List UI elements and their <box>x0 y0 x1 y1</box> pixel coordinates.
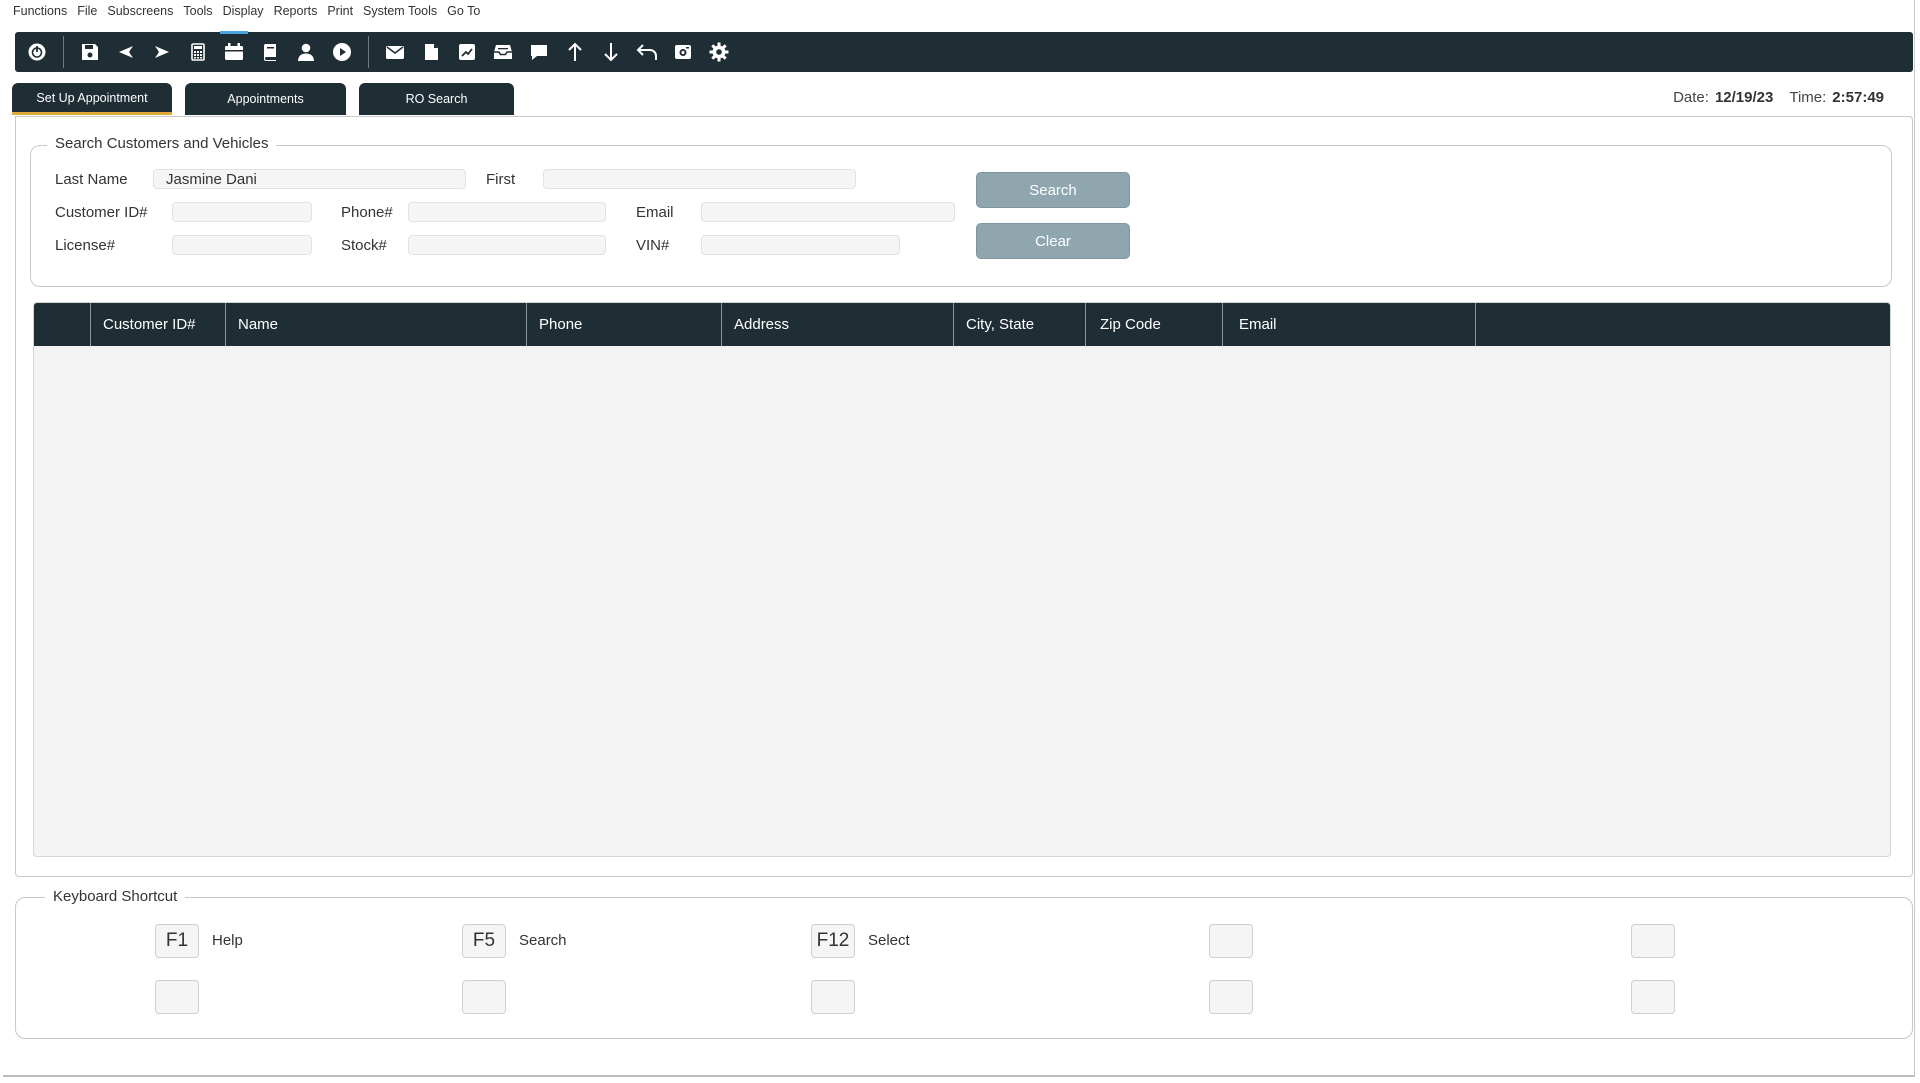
phone-input[interactable] <box>408 202 606 222</box>
last-name-input[interactable] <box>153 169 466 189</box>
calendar-icon[interactable] <box>216 31 252 72</box>
shortcut-key-empty[interactable] <box>155 980 199 1014</box>
shortcut-key-f5[interactable]: F5 <box>462 924 506 958</box>
shortcut-key-empty[interactable] <box>462 980 506 1014</box>
arrow-up-icon[interactable] <box>557 32 593 72</box>
vin-label: VIN# <box>636 237 670 254</box>
forward-icon[interactable] <box>144 32 180 72</box>
shortcut-key-empty[interactable] <box>1209 980 1253 1014</box>
grid-column-phone[interactable]: Phone <box>526 303 721 346</box>
chart-icon[interactable] <box>449 32 485 72</box>
last-name-label: Last Name <box>55 171 128 188</box>
save-icon[interactable] <box>72 32 108 72</box>
shortcut-key-empty[interactable] <box>1631 924 1675 958</box>
license-input[interactable] <box>172 235 312 255</box>
camera-icon[interactable] <box>665 32 701 72</box>
stock-label: Stock# <box>341 237 387 254</box>
menu-go-to[interactable]: Go To <box>447 4 480 20</box>
time-label: Time: <box>1789 89 1827 106</box>
keyboard-shortcut-title: Keyboard Shortcut <box>45 888 186 905</box>
vin-input[interactable] <box>701 235 900 255</box>
grid-column-extra <box>1475 303 1890 346</box>
shortcut-label-select: Select <box>868 932 910 949</box>
menu-system-tools[interactable]: System Tools <box>363 4 437 20</box>
date-time-display: Date: 12/19/23 Time: 2:57:49 <box>1673 89 1884 106</box>
person-icon[interactable] <box>288 32 324 72</box>
license-label: License# <box>55 237 116 254</box>
shortcut-key-f1[interactable]: F1 <box>155 924 199 958</box>
clear-button[interactable]: Clear <box>976 223 1130 259</box>
search-button[interactable]: Search <box>976 172 1130 208</box>
menu-file[interactable]: File <box>77 4 97 20</box>
date-label: Date: <box>1673 89 1709 106</box>
menu-subscreens[interactable]: Subscreens <box>107 4 173 20</box>
toolbar-divider <box>63 36 64 68</box>
shortcut-key-empty[interactable] <box>1209 924 1253 958</box>
shortcut-key-empty[interactable] <box>811 980 855 1014</box>
grid-column-address[interactable]: Address <box>721 303 953 346</box>
tab-set-up-appointment[interactable]: Set Up Appointment <box>12 83 172 115</box>
grid-column-select <box>34 303 90 346</box>
menu-display[interactable]: Display <box>223 4 264 20</box>
date-value: 12/19/23 <box>1714 89 1774 106</box>
book-icon[interactable] <box>252 32 288 72</box>
document-icon[interactable] <box>413 32 449 72</box>
time-value: 2:57:49 <box>1832 89 1884 106</box>
menu-functions[interactable]: Functions <box>13 4 67 20</box>
first-name-input[interactable] <box>543 169 856 189</box>
gear-icon[interactable] <box>701 32 737 72</box>
stock-input[interactable] <box>408 235 606 255</box>
shortcut-key-f12[interactable]: F12 <box>811 924 855 958</box>
menu-bar: Functions File Subscreens Tools Display … <box>13 4 480 20</box>
arrow-down-icon[interactable] <box>593 32 629 72</box>
grid-column-city-state[interactable]: City, State <box>953 303 1085 346</box>
menu-tools[interactable]: Tools <box>183 4 212 20</box>
tab-appointments[interactable]: Appointments <box>185 83 346 115</box>
search-fieldset-title: Search Customers and Vehicles <box>47 135 277 152</box>
menu-print[interactable]: Print <box>327 4 353 20</box>
toolbar <box>15 31 1913 72</box>
customer-id-input[interactable] <box>172 202 312 222</box>
undo-icon[interactable] <box>629 32 665 72</box>
calculator-icon[interactable] <box>180 32 216 72</box>
shortcut-key-empty[interactable] <box>1631 980 1675 1014</box>
play-icon[interactable] <box>324 32 360 72</box>
grid-header: Customer ID# Name Phone Address City, St… <box>34 303 1890 346</box>
grid-column-customer-id[interactable]: Customer ID# <box>90 303 225 346</box>
tab-ro-search[interactable]: RO Search <box>359 83 514 115</box>
menu-reports[interactable]: Reports <box>274 4 318 20</box>
shortcut-label-help: Help <box>212 932 243 949</box>
chat-icon[interactable] <box>521 32 557 72</box>
app-window: Functions File Subscreens Tools Display … <box>3 0 1915 1077</box>
grid-column-email[interactable]: Email <box>1222 303 1475 346</box>
power-icon[interactable] <box>19 32 55 72</box>
email-input[interactable] <box>701 202 955 222</box>
phone-label: Phone# <box>341 204 393 221</box>
grid-column-name[interactable]: Name <box>225 303 526 346</box>
mail-icon[interactable] <box>377 32 413 72</box>
shortcut-label-search: Search <box>519 932 567 949</box>
results-grid: Customer ID# Name Phone Address City, St… <box>33 302 1891 857</box>
keyboard-shortcut-fieldset <box>15 897 1913 1039</box>
email-label: Email <box>636 204 674 221</box>
grid-column-zip-code[interactable]: Zip Code <box>1085 303 1222 346</box>
toolbar-divider <box>368 36 369 68</box>
first-name-label: First <box>486 171 516 188</box>
customer-id-label: Customer ID# <box>55 204 148 221</box>
back-icon[interactable] <box>108 32 144 72</box>
inbox-icon[interactable] <box>485 32 521 72</box>
